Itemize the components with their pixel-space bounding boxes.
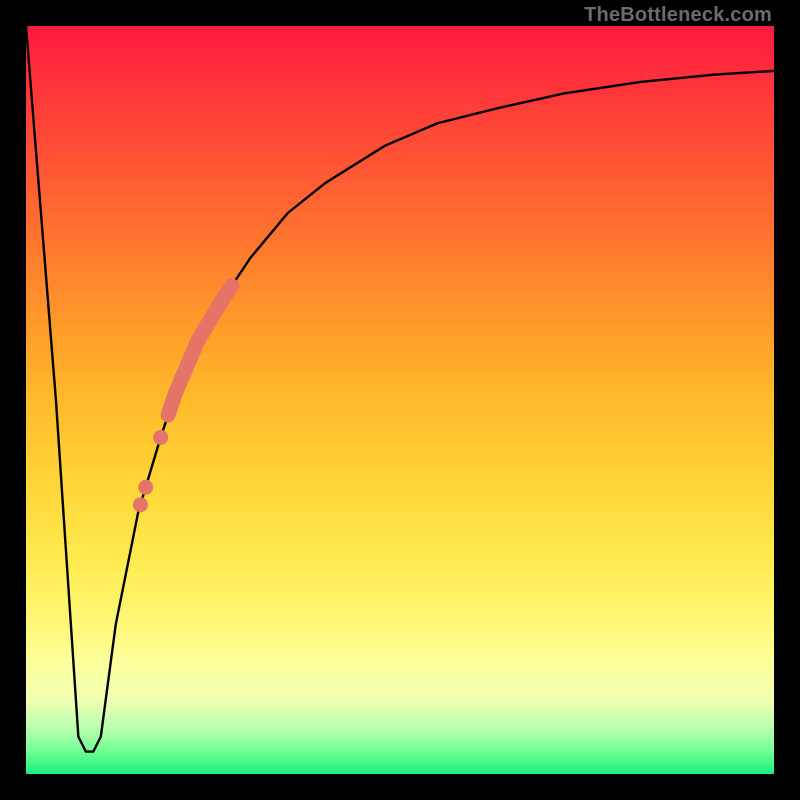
watermark-text: TheBottleneck.com [584,4,772,27]
highlight-dot-1 [138,480,153,495]
plot-area [26,26,774,774]
highlight-dot-0 [153,430,168,445]
chart-svg [26,26,774,774]
highlight-segment [168,286,232,415]
highlight-dot-2 [133,497,148,512]
bottleneck-curve [26,26,774,752]
curve-group [26,26,774,752]
chart-frame: TheBottleneck.com [0,0,800,800]
